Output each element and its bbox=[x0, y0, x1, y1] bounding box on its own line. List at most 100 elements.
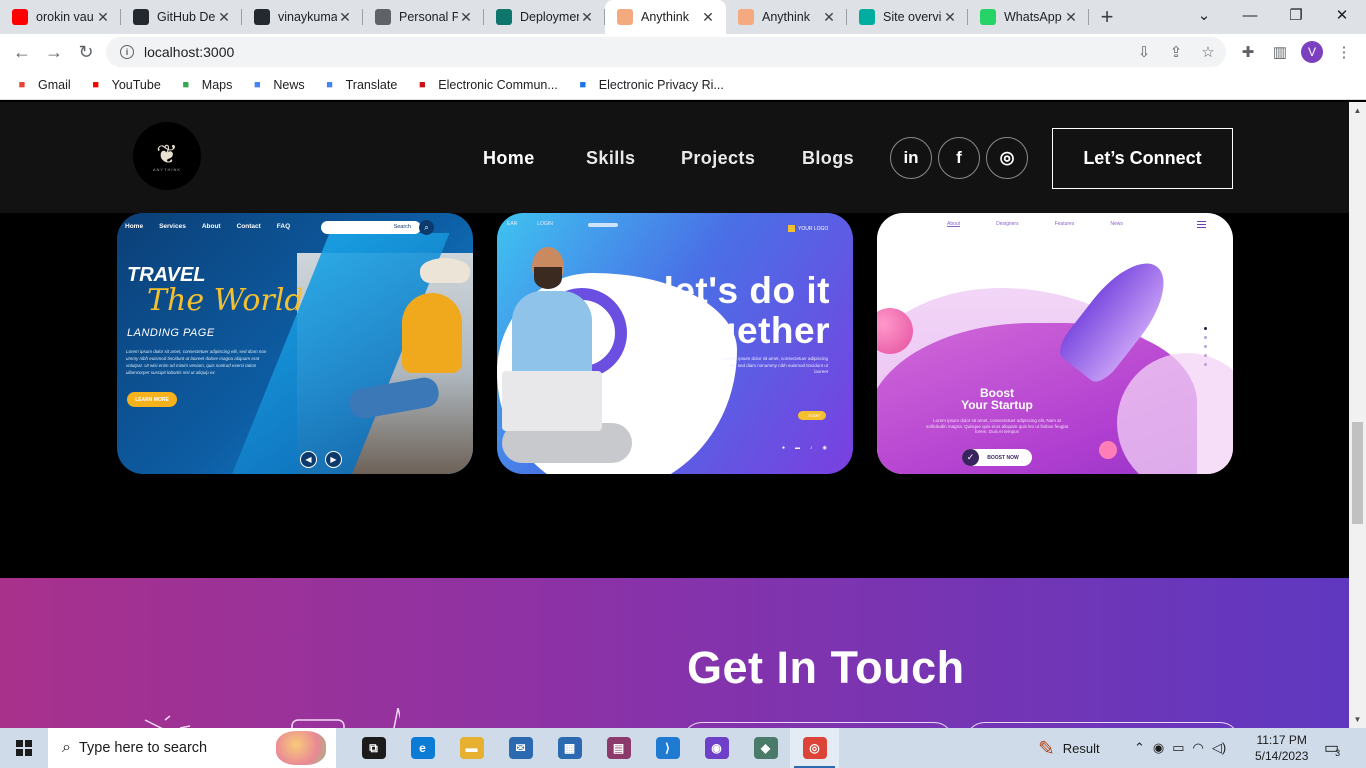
back-button[interactable]: ← bbox=[6, 36, 38, 68]
new-tab-button[interactable]: + bbox=[1089, 0, 1125, 34]
chevron-up-icon[interactable]: ⌃ bbox=[1134, 740, 1145, 756]
store-icon[interactable]: ▦ bbox=[545, 728, 594, 768]
maximize-button[interactable]: ❐ bbox=[1273, 0, 1319, 30]
close-tab-icon[interactable]: ✕ bbox=[458, 9, 474, 26]
bookmark-item[interactable]: ■ Maps bbox=[178, 78, 232, 92]
scroll-up-icon[interactable]: ▲ bbox=[1349, 102, 1366, 119]
opera-icon: ■ bbox=[418, 78, 426, 91]
bookmark-item[interactable]: ■ YouTube bbox=[88, 78, 160, 92]
browser-tab[interactable]: Site overvi ✕ bbox=[847, 0, 968, 34]
slider-bar bbox=[588, 223, 618, 227]
taskbar-apps: ⧉ e ▬ ✉ ▦ ▤ ⟩ ◉ ◆ ◎ bbox=[349, 728, 839, 768]
instagram-icon[interactable]: ◎ bbox=[986, 137, 1028, 179]
card-menu: Home Services About Contact FAQ bbox=[125, 223, 290, 230]
linkedin-icon[interactable]: in bbox=[890, 137, 932, 179]
bookmark-item[interactable]: ■ Electronic Privacy Ri... bbox=[575, 78, 723, 92]
app-glyph: ▬ bbox=[459, 737, 484, 759]
your-logo-label: YOUR LOGO bbox=[788, 225, 828, 232]
tab-search-icon[interactable]: ⌄ bbox=[1181, 0, 1227, 30]
close-tab-icon[interactable]: ✕ bbox=[579, 9, 595, 26]
person-shirt-shape bbox=[512, 291, 592, 381]
bookmark-star-icon[interactable]: ☆ bbox=[1198, 42, 1218, 62]
browser-tab[interactable]: Personal P ✕ bbox=[363, 0, 484, 34]
result-widget[interactable]: ✎ Result bbox=[1038, 728, 1100, 768]
github-desktop-icon[interactable]: ◉ bbox=[692, 728, 741, 768]
forward-button[interactable]: → bbox=[38, 36, 70, 68]
close-tab-icon[interactable]: ✕ bbox=[1063, 9, 1079, 26]
facebook-icon[interactable]: f bbox=[938, 137, 980, 179]
site-logo[interactable]: ❦ ANYTHINK bbox=[133, 122, 201, 190]
menu-item: About bbox=[201, 223, 221, 230]
chrome-icon[interactable]: ◎ bbox=[790, 728, 839, 768]
edge-icon[interactable]: e bbox=[398, 728, 447, 768]
close-tab-icon[interactable]: ✕ bbox=[821, 9, 837, 26]
bookmark-item[interactable]: ■ Translate bbox=[322, 78, 397, 92]
task-view-icon[interactable]: ⧉ bbox=[349, 728, 398, 768]
close-tab-icon[interactable]: ✕ bbox=[95, 9, 111, 26]
project-card-startup[interactable]: About Designers Features News Boost Your… bbox=[877, 213, 1233, 474]
close-tab-icon[interactable]: ✕ bbox=[216, 9, 232, 26]
side-panel-icon[interactable]: ▥ bbox=[1270, 42, 1290, 62]
browser-tab[interactable]: vinaykuma ✕ bbox=[242, 0, 363, 34]
browser-tab[interactable]: Anythink ✕ bbox=[726, 0, 847, 34]
browser-tab[interactable]: WhatsApp ✕ bbox=[968, 0, 1089, 34]
card-menu: About Designers Features News bbox=[947, 221, 1123, 227]
together-body: Lorem ipsum dolor sit amet, consectetuer… bbox=[724, 356, 828, 374]
bookmark-item[interactable]: ■ Electronic Commun... bbox=[414, 78, 558, 92]
bookmark-item[interactable]: ■ News bbox=[249, 78, 305, 92]
notification-center-icon[interactable]: ▭ 3 bbox=[1324, 728, 1340, 768]
share-icon[interactable]: ⇪ bbox=[1166, 42, 1186, 62]
tab-title: GitHub De bbox=[157, 10, 216, 24]
startup-headline-line2: Your Startup bbox=[961, 398, 1033, 412]
profile-avatar[interactable]: V bbox=[1301, 41, 1323, 63]
browser-tab[interactable]: GitHub De ✕ bbox=[121, 0, 242, 34]
nav-blogs[interactable]: Blogs bbox=[802, 148, 854, 169]
battery-icon[interactable]: ▭ bbox=[1172, 740, 1184, 756]
site-info-icon[interactable]: i bbox=[120, 45, 134, 59]
bookmark-label: Gmail bbox=[38, 77, 71, 92]
close-tab-icon[interactable]: ✕ bbox=[700, 9, 716, 26]
tab-strip: orokin vau ✕ GitHub De ✕ vinaykuma ✕ Personal … bbox=[0, 0, 1366, 34]
browser-tab[interactable]: Anythink ✕ bbox=[605, 0, 726, 34]
nav-skills[interactable]: Skills bbox=[586, 148, 635, 169]
pagination-dots bbox=[1204, 327, 1207, 366]
mail-icon[interactable]: ✉ bbox=[496, 728, 545, 768]
vscode-icon[interactable]: ⟩ bbox=[643, 728, 692, 768]
meet-now-icon[interactable]: ◉ bbox=[1153, 740, 1164, 756]
url-bar[interactable]: i localhost:3000 bbox=[106, 37, 1226, 67]
app-glyph: e bbox=[410, 737, 435, 759]
system-tray: ⌃ ◉ ▭ ◠ ◁) bbox=[1134, 728, 1226, 768]
lets-connect-button[interactable]: Let’s Connect bbox=[1052, 128, 1233, 189]
browser-tab[interactable]: orokin vau ✕ bbox=[0, 0, 121, 34]
nav-projects[interactable]: Projects bbox=[681, 148, 755, 169]
page-scrollbar[interactable]: ▲ ▼ bbox=[1349, 102, 1366, 728]
close-tab-icon[interactable]: ✕ bbox=[942, 9, 958, 26]
winrar-icon[interactable]: ▤ bbox=[594, 728, 643, 768]
install-icon[interactable]: ⇩ bbox=[1134, 42, 1154, 62]
tab-title: WhatsApp bbox=[1004, 10, 1062, 24]
extensions-icon[interactable]: ✚ bbox=[1238, 42, 1258, 62]
clock[interactable]: 11:17 PM 5/14/2023 bbox=[1255, 728, 1308, 768]
project-card-travel[interactable]: Home Services About Contact FAQ Search ⌕… bbox=[117, 213, 473, 474]
bookmark-item[interactable]: ■ Gmail bbox=[14, 78, 71, 92]
scroll-thumb[interactable] bbox=[1352, 422, 1363, 524]
start-button[interactable] bbox=[0, 728, 48, 768]
wifi-icon[interactable]: ◠ bbox=[1193, 740, 1204, 756]
close-window-button[interactable]: ✕ bbox=[1319, 0, 1365, 30]
tab-title: Personal P bbox=[399, 10, 458, 24]
minimize-button[interactable]: — bbox=[1227, 0, 1273, 30]
taskbar-search[interactable]: ⌕ Type here to search bbox=[48, 728, 336, 768]
url-text: localhost:3000 bbox=[144, 44, 235, 60]
menu-kebab-icon[interactable]: ⋮ bbox=[1334, 42, 1354, 62]
project-card-together[interactable]: EAR LOGIN YOUR LOGO let's do it together… bbox=[497, 213, 853, 474]
git-icon[interactable]: ◆ bbox=[741, 728, 790, 768]
file-explorer-icon[interactable]: ▬ bbox=[447, 728, 496, 768]
hat-shape bbox=[420, 258, 470, 283]
site-navbar: ❦ ANYTHINK Home Skills Projects Blogs in… bbox=[0, 102, 1349, 213]
scroll-down-icon[interactable]: ▼ bbox=[1349, 711, 1366, 728]
volume-icon[interactable]: ◁) bbox=[1212, 740, 1226, 756]
nav-home[interactable]: Home bbox=[483, 148, 535, 169]
browser-tab[interactable]: Deploymen ✕ bbox=[484, 0, 605, 34]
reload-button[interactable]: ↻ bbox=[70, 36, 102, 68]
close-tab-icon[interactable]: ✕ bbox=[337, 9, 353, 26]
